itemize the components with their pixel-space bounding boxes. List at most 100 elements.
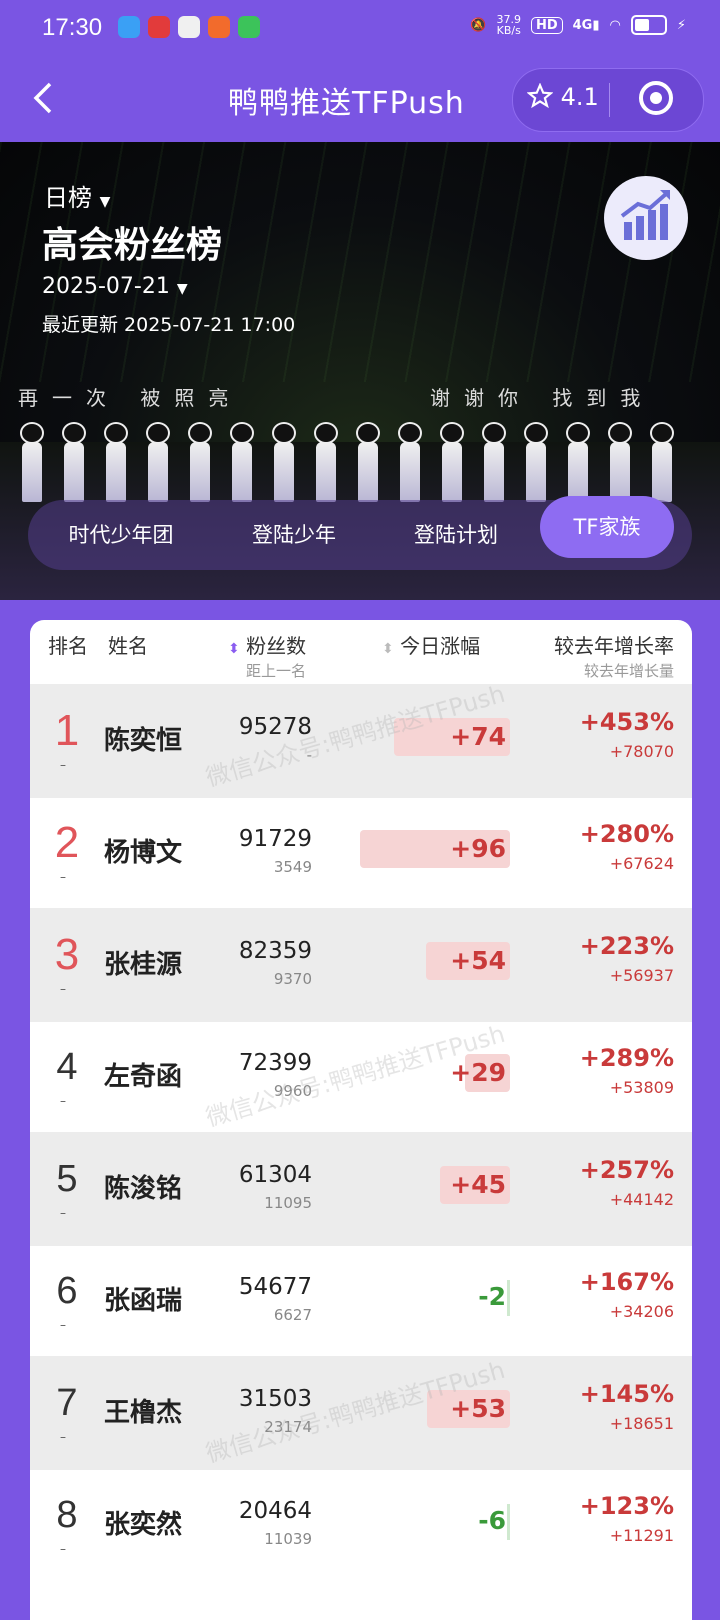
rank-number: 7 <box>56 1382 78 1424</box>
member-name: 陈奕恒 <box>104 726 183 756</box>
date-value: 2025-07-21 <box>42 274 170 299</box>
yoy-rate: +145% <box>579 1380 674 1408</box>
tab-tf-family[interactable]: TF家族 <box>540 496 674 558</box>
today-change-value: +45 <box>450 1170 506 1199</box>
yoy-rate: +257% <box>579 1156 674 1184</box>
mini-program-capsule: 4.1 <box>512 68 704 132</box>
group-tabs: 时代少年团 登陆少年 登陆计划 TF家族 <box>28 496 692 570</box>
member-name: 陈浚铭 <box>104 1174 183 1204</box>
table-row[interactable]: 6 – 张函瑞 54677 6627 -2 +167% +34206 <box>30 1244 692 1358</box>
date-selector[interactable]: 2025-07-21 ▼ <box>42 274 188 299</box>
table-row[interactable]: 4 – 左奇函 72399 9960 +29 +289% +53809 <box>30 1020 692 1134</box>
gap-to-previous: 9960 <box>273 1082 312 1100</box>
tab-denglu-shaonian[interactable]: 登陆少年 <box>214 500 374 570</box>
gap-to-previous: 23174 <box>264 1418 312 1436</box>
table-row[interactable]: 1 – 陈奕恒 95278 - +74 +453% +78070 <box>30 684 692 798</box>
today-change-value: +74 <box>450 722 506 751</box>
gap-to-previous: 3549 <box>273 858 312 876</box>
member-name: 张奕然 <box>104 1510 183 1540</box>
member-name: 左奇函 <box>104 1062 183 1092</box>
status-bar: 17:30 🔕 37.9 KB/s HD 4G▮ ◠ ⚡ <box>0 0 720 58</box>
yoy-rate: +280% <box>579 820 674 848</box>
gap-to-previous: 9370 <box>273 970 312 988</box>
last-updated: 最近更新 2025-07-21 17:00 <box>42 314 296 336</box>
yoy-amount: +78070 <box>609 742 674 761</box>
today-change-value: +96 <box>450 834 506 863</box>
table-row[interactable]: 2 – 杨博文 91729 3549 +96 +280% +67624 <box>30 796 692 910</box>
hd-badge: HD <box>530 16 563 34</box>
member-name: 张桂源 <box>104 950 183 980</box>
rank-change: – <box>60 870 66 884</box>
network-speed: 37.9 KB/s <box>496 13 521 37</box>
header-today[interactable]: ⬍ 今日涨幅 <box>382 630 480 659</box>
table-row[interactable]: 8 – 张奕然 20464 11039 -6 +123% +11291 <box>30 1468 692 1582</box>
header-rank: 排名 <box>48 634 88 658</box>
app-icon-red <box>148 16 170 38</box>
header-name: 姓名 <box>108 634 148 658</box>
today-change-value: +29 <box>450 1058 506 1087</box>
lyric-right: 谢谢你 找到我 <box>430 386 655 410</box>
rank-change: – <box>60 1094 66 1108</box>
yoy-amount: +11291 <box>609 1526 674 1545</box>
notification-icons <box>118 16 260 38</box>
back-button[interactable] <box>30 80 54 125</box>
gap-to-previous: 11095 <box>264 1194 312 1212</box>
yoy-amount: +53809 <box>609 1078 674 1097</box>
yoy-amount: +44142 <box>609 1190 674 1209</box>
fan-count: 61304 <box>238 1162 312 1188</box>
mute-icon: 🔕 <box>470 17 487 33</box>
fan-count: 72399 <box>238 1050 312 1076</box>
today-change-cell: +45 <box>336 1166 510 1204</box>
member-name: 王橹杰 <box>104 1398 183 1428</box>
tab-denglu-jihua[interactable]: 登陆计划 <box>374 500 538 570</box>
star-outline-icon <box>526 82 554 109</box>
rank-change: – <box>60 1318 66 1332</box>
period-selector[interactable]: 日榜 ▼ <box>44 178 110 213</box>
header-yoy-sub: 较去年增长量 <box>583 662 674 680</box>
ranking-table: 排名 姓名 ⬍ 粉丝数 距上一名 ⬍ 今日涨幅 较去年增长率 较去年增长量 1 –… <box>30 620 692 1620</box>
yoy-rate: +453% <box>579 708 674 736</box>
qq-icon <box>118 16 140 38</box>
rank-change: – <box>60 982 66 996</box>
gap-to-previous: - <box>306 746 312 764</box>
today-change-bar <box>507 1280 510 1316</box>
today-change-value: -6 <box>478 1506 506 1535</box>
caret-down-icon: ▼ <box>99 194 111 210</box>
fan-count: 54677 <box>238 1274 312 1300</box>
today-change-cell: +53 <box>336 1390 510 1428</box>
app-icon-green <box>238 16 260 38</box>
gap-to-previous: 6627 <box>273 1306 312 1324</box>
gap-to-previous: 11039 <box>264 1530 312 1548</box>
today-change-value: -2 <box>478 1282 506 1311</box>
table-row[interactable]: 5 – 陈浚铭 61304 11095 +45 +257% +44142 <box>30 1132 692 1246</box>
caret-down-icon: ▼ <box>176 281 188 297</box>
member-name: 杨博文 <box>104 838 183 868</box>
status-right: 🔕 37.9 KB/s HD 4G▮ ◠ ⚡ <box>470 14 686 36</box>
battery-icon <box>630 15 667 35</box>
today-change-cell: +54 <box>336 942 510 980</box>
header-fans-sub: 距上一名 <box>246 662 307 680</box>
sort-icon: ⬍ <box>382 641 394 657</box>
ranking-name: 高会粉丝榜 <box>42 225 223 266</box>
today-change-bar <box>507 1504 510 1540</box>
table-row[interactable]: 7 – 王橹杰 31503 23174 +53 +145% +18651 <box>30 1356 692 1470</box>
rating-button[interactable]: 4.1 <box>526 82 599 111</box>
today-change-cell: +74 <box>336 718 510 756</box>
trend-chart-button[interactable] <box>604 176 688 260</box>
app-icon-orange <box>208 16 230 38</box>
fan-count: 82359 <box>238 938 312 964</box>
tab-shidai[interactable]: 时代少年团 <box>28 500 214 570</box>
header-yoy[interactable]: 较去年增长率 <box>554 630 674 659</box>
member-name: 张函瑞 <box>104 1286 183 1316</box>
close-mini-program-button[interactable] <box>639 81 673 115</box>
fan-count: 95278 <box>238 714 312 740</box>
lyric-left: 再一次 被照亮 <box>18 386 243 410</box>
yoy-rate: +123% <box>579 1492 674 1520</box>
today-change-cell: +29 <box>336 1054 510 1092</box>
table-row[interactable]: 3 – 张桂源 82359 9370 +54 +223% +56937 <box>30 908 692 1022</box>
signal-icon: 4G▮ <box>572 17 600 33</box>
charging-icon: ⚡ <box>676 17 686 33</box>
rank-number: 8 <box>56 1494 78 1536</box>
header-fans[interactable]: ⬍ 粉丝数 <box>228 630 306 659</box>
page-title: 鸭鸭推送TFPush <box>228 86 465 121</box>
